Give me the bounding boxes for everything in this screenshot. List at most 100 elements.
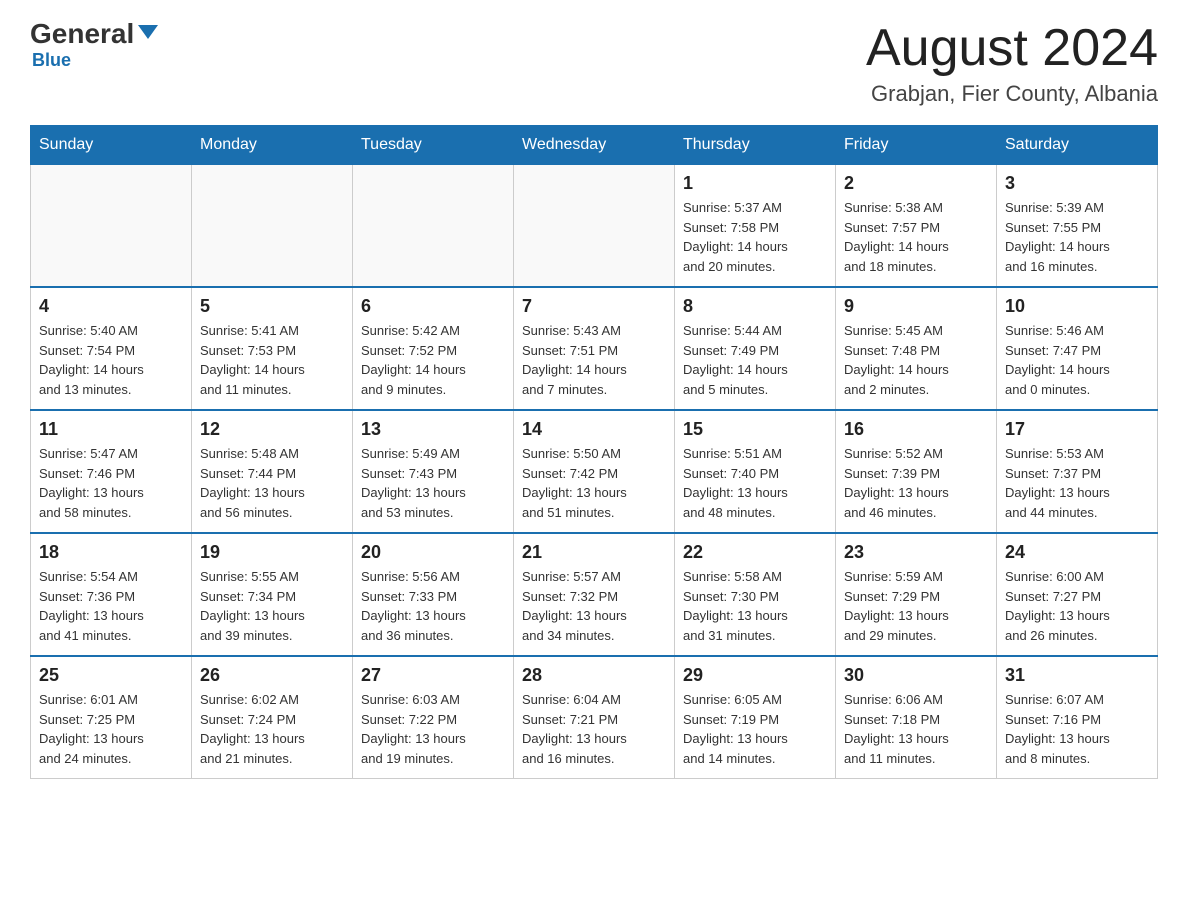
day-cell: 3Sunrise: 5:39 AM Sunset: 7:55 PM Daylig…	[997, 165, 1158, 288]
day-cell: 31 Sunrise: 6:07 AM Sunset: 7:16 PM Dayli…	[997, 656, 1158, 779]
day-number: 19	[200, 542, 344, 563]
day-info: Sunrise: 5:57 AM Sunset: 7:32 PM Dayligh…	[522, 567, 666, 645]
day-info: Sunrise: 6:01 AM Sunset: 7:25 PM Dayligh…	[39, 690, 183, 768]
day-number: 2	[844, 173, 988, 194]
day-info: Sunrise: 5:42 AM Sunset: 7:52 PM Dayligh…	[361, 321, 505, 399]
day-info: Sunrise: 6:02 AM Sunset: 7:24 PM Dayligh…	[200, 690, 344, 768]
day-cell: 13Sunrise: 5:49 AM Sunset: 7:43 PM Dayli…	[353, 410, 514, 533]
day-cell: 5 Sunrise: 5:41 AM Sunset: 7:53 PM Daylig…	[192, 287, 353, 410]
week-row-5: 25Sunrise: 6:01 AM Sunset: 7:25 PM Dayli…	[31, 656, 1158, 779]
title-area: August 2024 Grabjan, Fier County, Albani…	[866, 20, 1158, 107]
day-number: 23	[844, 542, 988, 563]
header: General Blue August 2024 Grabjan, Fier C…	[30, 20, 1158, 107]
day-cell: 7 Sunrise: 5:43 AM Sunset: 7:51 PM Daylig…	[514, 287, 675, 410]
calendar-header-row: Sunday Monday Tuesday Wednesday Thursday…	[31, 126, 1158, 165]
day-info: Sunrise: 5:55 AM Sunset: 7:34 PM Dayligh…	[200, 567, 344, 645]
day-number: 5	[200, 296, 344, 317]
day-info: Sunrise: 5:53 AM Sunset: 7:37 PM Dayligh…	[1005, 444, 1149, 522]
main-title: August 2024	[866, 20, 1158, 77]
day-info: Sunrise: 5:39 AM Sunset: 7:55 PM Dayligh…	[1005, 198, 1149, 276]
day-number: 16	[844, 419, 988, 440]
day-info: Sunrise: 5:47 AM Sunset: 7:46 PM Dayligh…	[39, 444, 183, 522]
week-row-1: 1 Sunrise: 5:37 AM Sunset: 7:58 PM Daylig…	[31, 165, 1158, 288]
day-number: 15	[683, 419, 827, 440]
day-cell: 17Sunrise: 5:53 AM Sunset: 7:37 PM Dayli…	[997, 410, 1158, 533]
day-number: 26	[200, 665, 344, 686]
day-number: 18	[39, 542, 183, 563]
week-row-3: 11 Sunrise: 5:47 AM Sunset: 7:46 PM Dayli…	[31, 410, 1158, 533]
col-tuesday: Tuesday	[353, 126, 514, 165]
day-info: Sunrise: 5:46 AM Sunset: 7:47 PM Dayligh…	[1005, 321, 1149, 399]
day-cell: 21 Sunrise: 5:57 AM Sunset: 7:32 PM Dayli…	[514, 533, 675, 656]
day-number: 21	[522, 542, 666, 563]
day-number: 27	[361, 665, 505, 686]
day-number: 14	[522, 419, 666, 440]
day-number: 20	[361, 542, 505, 563]
day-cell: 24 Sunrise: 6:00 AM Sunset: 7:27 PM Dayli…	[997, 533, 1158, 656]
day-info: Sunrise: 5:43 AM Sunset: 7:51 PM Dayligh…	[522, 321, 666, 399]
col-thursday: Thursday	[675, 126, 836, 165]
day-info: Sunrise: 5:50 AM Sunset: 7:42 PM Dayligh…	[522, 444, 666, 522]
col-wednesday: Wednesday	[514, 126, 675, 165]
day-number: 1	[683, 173, 827, 194]
day-info: Sunrise: 5:51 AM Sunset: 7:40 PM Dayligh…	[683, 444, 827, 522]
day-cell: 10 Sunrise: 5:46 AM Sunset: 7:47 PM Dayli…	[997, 287, 1158, 410]
day-cell: 2Sunrise: 5:38 AM Sunset: 7:57 PM Daylig…	[836, 165, 997, 288]
day-number: 7	[522, 296, 666, 317]
day-cell: 23 Sunrise: 5:59 AM Sunset: 7:29 PM Dayli…	[836, 533, 997, 656]
col-saturday: Saturday	[997, 126, 1158, 165]
day-cell: 22Sunrise: 5:58 AM Sunset: 7:30 PM Dayli…	[675, 533, 836, 656]
day-number: 28	[522, 665, 666, 686]
col-monday: Monday	[192, 126, 353, 165]
day-cell: 1 Sunrise: 5:37 AM Sunset: 7:58 PM Daylig…	[675, 165, 836, 288]
day-info: Sunrise: 5:44 AM Sunset: 7:49 PM Dayligh…	[683, 321, 827, 399]
day-info: Sunrise: 5:45 AM Sunset: 7:48 PM Dayligh…	[844, 321, 988, 399]
day-cell: 14 Sunrise: 5:50 AM Sunset: 7:42 PM Dayli…	[514, 410, 675, 533]
day-cell: 12 Sunrise: 5:48 AM Sunset: 7:44 PM Dayli…	[192, 410, 353, 533]
day-cell	[353, 165, 514, 288]
col-friday: Friday	[836, 126, 997, 165]
day-number: 24	[1005, 542, 1149, 563]
day-cell: 29 Sunrise: 6:05 AM Sunset: 7:19 PM Dayli…	[675, 656, 836, 779]
day-info: Sunrise: 6:00 AM Sunset: 7:27 PM Dayligh…	[1005, 567, 1149, 645]
day-number: 30	[844, 665, 988, 686]
day-cell: 9Sunrise: 5:45 AM Sunset: 7:48 PM Daylig…	[836, 287, 997, 410]
day-cell: 27 Sunrise: 6:03 AM Sunset: 7:22 PM Dayli…	[353, 656, 514, 779]
day-info: Sunrise: 5:40 AM Sunset: 7:54 PM Dayligh…	[39, 321, 183, 399]
day-number: 29	[683, 665, 827, 686]
day-cell: 11 Sunrise: 5:47 AM Sunset: 7:46 PM Dayli…	[31, 410, 192, 533]
logo-triangle-icon	[138, 25, 158, 39]
day-number: 13	[361, 419, 505, 440]
day-cell: 28 Sunrise: 6:04 AM Sunset: 7:21 PM Dayli…	[514, 656, 675, 779]
day-info: Sunrise: 5:48 AM Sunset: 7:44 PM Dayligh…	[200, 444, 344, 522]
day-info: Sunrise: 6:05 AM Sunset: 7:19 PM Dayligh…	[683, 690, 827, 768]
day-number: 6	[361, 296, 505, 317]
day-cell: 18 Sunrise: 5:54 AM Sunset: 7:36 PM Dayli…	[31, 533, 192, 656]
day-info: Sunrise: 5:54 AM Sunset: 7:36 PM Dayligh…	[39, 567, 183, 645]
day-info: Sunrise: 5:52 AM Sunset: 7:39 PM Dayligh…	[844, 444, 988, 522]
day-number: 11	[39, 419, 183, 440]
day-cell	[31, 165, 192, 288]
day-number: 12	[200, 419, 344, 440]
logo-general: General	[30, 20, 158, 48]
day-info: Sunrise: 6:04 AM Sunset: 7:21 PM Dayligh…	[522, 690, 666, 768]
day-info: Sunrise: 6:07 AM Sunset: 7:16 PM Dayligh…	[1005, 690, 1149, 768]
day-cell: 4Sunrise: 5:40 AM Sunset: 7:54 PM Daylig…	[31, 287, 192, 410]
day-info: Sunrise: 5:58 AM Sunset: 7:30 PM Dayligh…	[683, 567, 827, 645]
day-info: Sunrise: 5:41 AM Sunset: 7:53 PM Dayligh…	[200, 321, 344, 399]
week-row-4: 18 Sunrise: 5:54 AM Sunset: 7:36 PM Dayli…	[31, 533, 1158, 656]
logo-blue: Blue	[32, 50, 71, 71]
day-info: Sunrise: 5:56 AM Sunset: 7:33 PM Dayligh…	[361, 567, 505, 645]
col-sunday: Sunday	[31, 126, 192, 165]
day-cell	[192, 165, 353, 288]
day-info: Sunrise: 6:03 AM Sunset: 7:22 PM Dayligh…	[361, 690, 505, 768]
day-info: Sunrise: 5:59 AM Sunset: 7:29 PM Dayligh…	[844, 567, 988, 645]
day-cell: 25Sunrise: 6:01 AM Sunset: 7:25 PM Dayli…	[31, 656, 192, 779]
calendar-table: Sunday Monday Tuesday Wednesday Thursday…	[30, 125, 1158, 779]
day-info: Sunrise: 5:37 AM Sunset: 7:58 PM Dayligh…	[683, 198, 827, 276]
day-number: 31	[1005, 665, 1149, 686]
week-row-2: 4Sunrise: 5:40 AM Sunset: 7:54 PM Daylig…	[31, 287, 1158, 410]
logo-area: General Blue	[30, 20, 158, 71]
day-number: 10	[1005, 296, 1149, 317]
day-cell: 16 Sunrise: 5:52 AM Sunset: 7:39 PM Dayli…	[836, 410, 997, 533]
